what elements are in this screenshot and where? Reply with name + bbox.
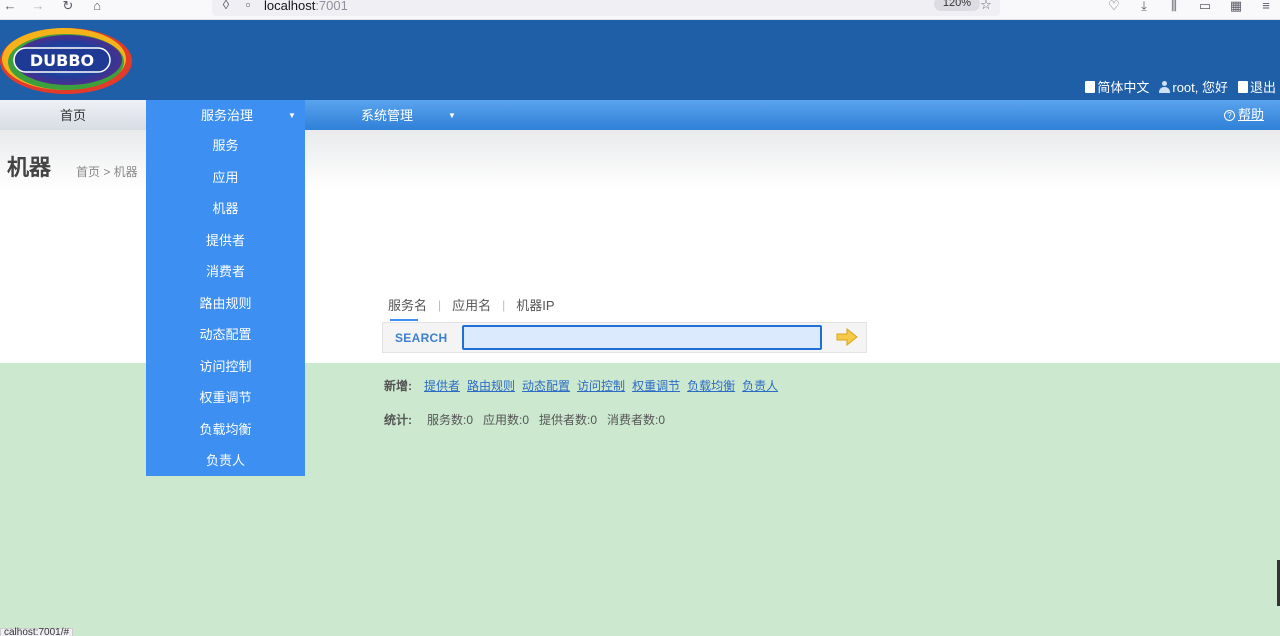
pocket-icon[interactable]: ♡ xyxy=(1106,0,1122,14)
shield-icon[interactable]: ◊ xyxy=(218,0,234,13)
tab-separator: | xyxy=(438,297,442,312)
browser-toolbar: ← → ↻ ⌂ ◊ ▫ localhost:7001 120% ☆ ♡ ⤓ ⫼ … xyxy=(0,0,1280,20)
menu-item-override[interactable]: 动态配置 xyxy=(146,319,305,351)
help-label[interactable]: 帮助 xyxy=(1238,99,1264,131)
stats-row: 统计: 服务数:0 应用数:0 提供者数:0 消费者数:0 xyxy=(384,411,665,428)
menu-item-owner[interactable]: 负责人 xyxy=(146,445,305,477)
new-provider-link[interactable]: 提供者 xyxy=(424,377,460,394)
reload-icon[interactable]: ↻ xyxy=(60,0,76,14)
stat-services: 服务数:0 xyxy=(427,413,474,427)
user-label: root, 您好 xyxy=(1172,80,1228,95)
tab-app-name[interactable]: 应用名 xyxy=(452,295,491,314)
app-header: DUBBO 简体中文 root, 您好 退出 xyxy=(0,20,1280,100)
svg-text:DUBBO: DUBBO xyxy=(30,51,94,70)
search-input[interactable] xyxy=(462,325,822,350)
nav-home[interactable]: 首页 xyxy=(0,100,146,130)
nav-system-management-label[interactable]: 系统管理 xyxy=(361,100,413,132)
menu-item-loadbalance[interactable]: 负载均衡 xyxy=(146,414,305,446)
bookmark-star-icon[interactable]: ☆ xyxy=(978,0,994,13)
help-link[interactable]: ? 帮助 xyxy=(1223,99,1264,131)
status-bar-url: calhost:7001/# xyxy=(0,628,74,636)
menu-item-application[interactable]: 应用 xyxy=(146,162,305,194)
stat-consumers: 消费者数:0 xyxy=(607,413,666,427)
page-icon: ▫ xyxy=(245,0,251,12)
dubbo-logo: DUBBO xyxy=(0,28,132,94)
tab-machine-ip[interactable]: 机器IP xyxy=(516,295,554,314)
user-greeting: root, 您好 xyxy=(1159,77,1228,96)
language-label[interactable]: 简体中文 xyxy=(1097,77,1149,96)
page-title: 机器 xyxy=(7,155,52,180)
stat-apps: 应用数:0 xyxy=(483,413,530,427)
nav-service-governance-label[interactable]: 服务治理 xyxy=(201,100,253,132)
home-icon[interactable]: ⌂ xyxy=(89,0,105,14)
menu-icon[interactable]: ≡ xyxy=(1258,0,1274,14)
menu-item-weight[interactable]: 权重调节 xyxy=(146,382,305,414)
logout-label[interactable]: 退出 xyxy=(1250,77,1276,96)
new-access-link[interactable]: 访问控制 xyxy=(577,377,625,394)
nav-system-management[interactable]: 系统管理 ▼ xyxy=(361,100,471,130)
user-icon xyxy=(1159,80,1171,93)
new-route-link[interactable]: 路由规则 xyxy=(467,377,515,394)
sidebar-icon[interactable]: ▭ xyxy=(1197,0,1213,14)
address-bar[interactable]: ◊ ▫ localhost:7001 120% ☆ xyxy=(212,0,1000,16)
logout-link[interactable]: 退出 xyxy=(1237,77,1276,96)
breadcrumb[interactable]: 首页 > 机器 xyxy=(76,163,138,180)
extensions-icon[interactable]: ▦ xyxy=(1228,0,1244,14)
document-icon xyxy=(1085,80,1096,93)
new-links-label: 新增: xyxy=(384,379,412,393)
library-icon[interactable]: ⫼ xyxy=(1166,0,1182,14)
new-loadbalance-link[interactable]: 负载均衡 xyxy=(687,377,735,394)
new-weight-link[interactable]: 权重调节 xyxy=(632,377,680,394)
forward-icon[interactable]: → xyxy=(30,0,46,14)
menu-item-machine[interactable]: 机器 xyxy=(146,193,305,225)
logout-icon xyxy=(1237,80,1248,93)
service-governance-menu: 服务 应用 机器 提供者 消费者 路由规则 动态配置 访问控制 权重调节 负载均… xyxy=(146,130,305,476)
tab-separator: | xyxy=(502,297,506,312)
url-text[interactable]: localhost:7001 xyxy=(264,0,348,13)
download-icon[interactable]: ⤓ xyxy=(1136,0,1152,14)
stat-providers: 提供者数:0 xyxy=(539,413,598,427)
new-owner-link[interactable]: 负责人 xyxy=(742,377,778,394)
language-switch[interactable]: 简体中文 xyxy=(1085,77,1149,96)
search-tabs: 服务名 | 应用名 | 机器IP xyxy=(388,295,555,321)
menu-item-access[interactable]: 访问控制 xyxy=(146,351,305,383)
chevron-down-icon: ▼ xyxy=(288,111,296,120)
new-override-link[interactable]: 动态配置 xyxy=(522,377,570,394)
tab-service-name[interactable]: 服务名 xyxy=(388,295,427,321)
search-arrow-icon[interactable] xyxy=(836,328,858,346)
search-label: SEARCH xyxy=(395,331,448,345)
nav-service-governance[interactable]: 服务治理 ▼ xyxy=(146,100,305,130)
new-links-row: 新增: 提供者 路由规则 动态配置 访问控制 权重调节 负载均衡 负责人 xyxy=(384,377,778,394)
menu-item-provider[interactable]: 提供者 xyxy=(146,225,305,257)
stats-label: 统计: xyxy=(384,413,412,427)
menu-item-route[interactable]: 路由规则 xyxy=(146,288,305,320)
menu-item-consumer[interactable]: 消费者 xyxy=(146,256,305,288)
zoom-badge[interactable]: 120% xyxy=(934,0,980,11)
back-icon[interactable]: ← xyxy=(2,0,18,14)
search-bar: SEARCH xyxy=(382,322,867,353)
chevron-down-icon: ▼ xyxy=(448,111,456,120)
help-icon: ? xyxy=(1223,109,1235,121)
main-nav: 首页 服务治理 ▼ 系统管理 ▼ ? 帮助 xyxy=(0,100,1280,130)
menu-item-service[interactable]: 服务 xyxy=(146,130,305,162)
